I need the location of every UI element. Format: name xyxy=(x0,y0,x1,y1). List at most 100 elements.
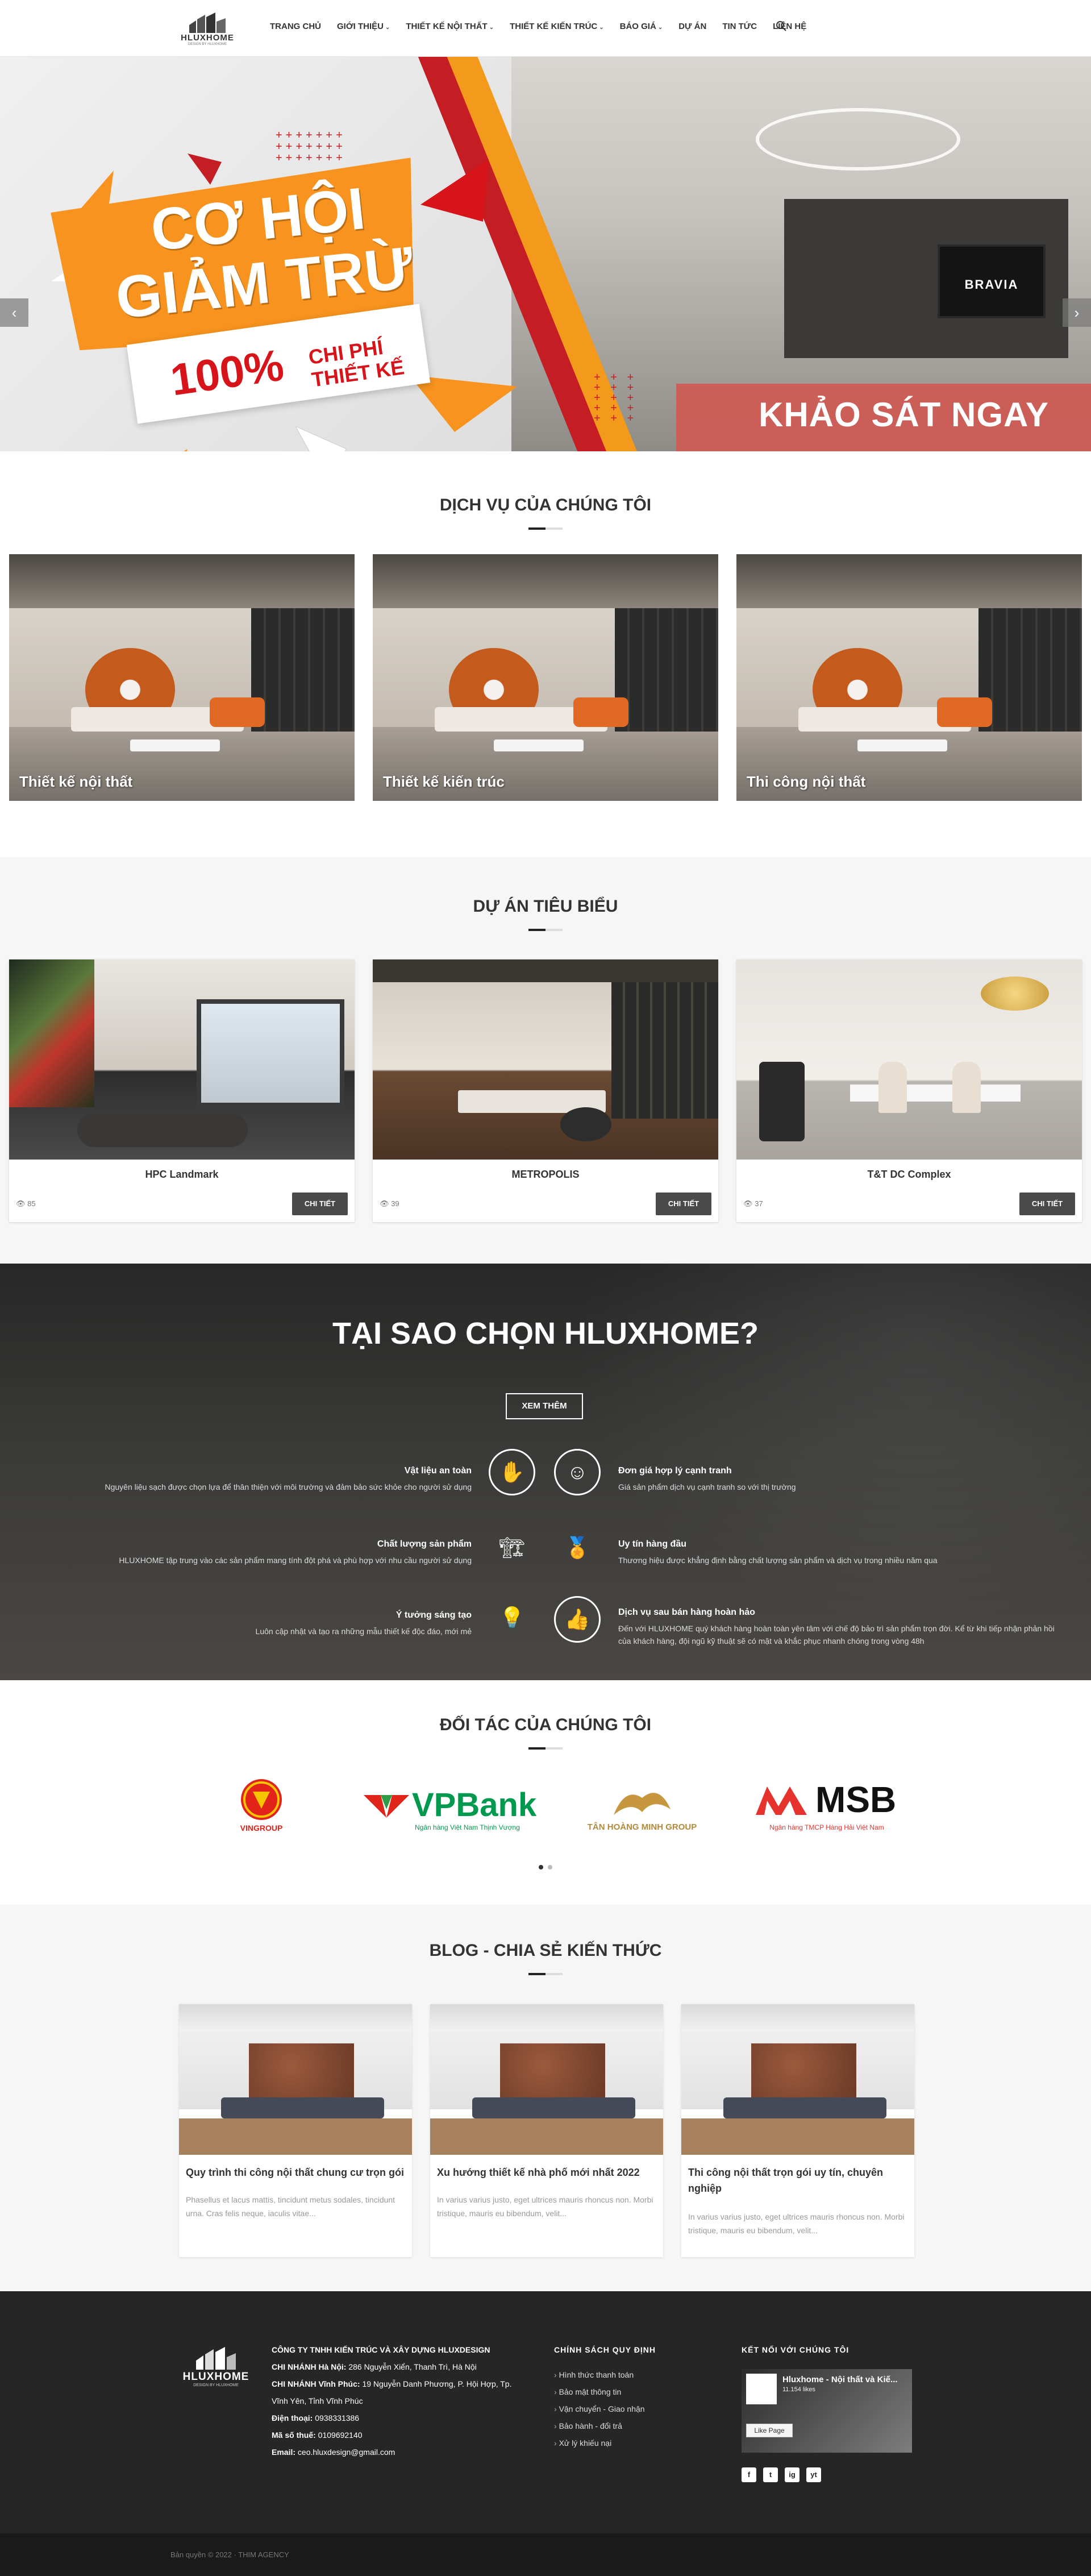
chevron-down-icon: ⌄ xyxy=(489,24,494,31)
section-title: DỊCH VỤ CỦA CHÚNG TÔI xyxy=(439,496,652,514)
youtube-icon[interactable]: yt xyxy=(806,2467,821,2482)
logo-subtext: DESIGN BY HLUXHOME xyxy=(188,43,227,46)
site-footer: HLUXHOME DESIGN BY HLUXHOME CÔNG TY TNHH… xyxy=(0,2291,1091,2533)
twitter-icon[interactable]: t xyxy=(763,2467,778,2482)
partner-name: TÂN HOÀNG MINH GROUP xyxy=(587,1822,697,1832)
why-item: Uy tín hàng đầu Thương hiệu được khẳng đ… xyxy=(618,1539,1027,1567)
hand-icon: ✋ xyxy=(489,1449,535,1495)
why-desc: HLUXHOME tập trung vào các sản phẩm mang… xyxy=(119,1556,472,1565)
carousel-dot[interactable] xyxy=(548,1865,552,1869)
eye-icon: 👁 xyxy=(16,1199,26,1208)
slider-next-button[interactable]: › xyxy=(1063,298,1091,327)
service-image xyxy=(9,554,355,801)
partner-logo-tan-hoang-minh[interactable]: TÂN HOÀNG MINH GROUP xyxy=(568,1778,716,1835)
blog-title[interactable]: Xu hướng thiết kế nhà phố mới nhất 2022 xyxy=(437,2164,656,2180)
facebook-icon[interactable]: f xyxy=(742,2467,756,2482)
project-detail-button[interactable]: CHI TIẾT xyxy=(292,1193,348,1215)
policy-link[interactable]: Xử lý khiếu nại xyxy=(554,2434,702,2452)
page: HLUXHOME DESIGN BY HLUXHOME TRANG CHỦ GI… xyxy=(0,0,1091,2576)
partner-name: MSB xyxy=(815,1779,897,1820)
section-title: DỰ ÁN TIÊU BIỂU xyxy=(473,897,618,916)
partner-logo-vpbank[interactable]: VPBank Ngân hàng Việt Nam Thịnh Vượng xyxy=(364,1778,540,1835)
why-item: Ý tưởng sáng tạo Luôn cập nhật và tạo ra… xyxy=(85,1610,472,1638)
project-detail-button[interactable]: CHI TIẾT xyxy=(1019,1193,1075,1215)
fb-page-name[interactable]: Hluxhome - Nội thất và Kiế... xyxy=(782,2375,898,2384)
why-desc: Đến với HLUXHOME quý khách hàng hoàn toà… xyxy=(618,1624,1055,1646)
project-image xyxy=(9,959,355,1160)
fb-like-button[interactable]: Like Page xyxy=(746,2424,793,2437)
survey-now-cta[interactable]: KHẢO SÁT NGAY xyxy=(759,395,1049,434)
carousel-dots xyxy=(539,1865,552,1869)
why-desc: Nguyên liệu sạch được chọn lựa để thân t… xyxy=(105,1482,472,1491)
why-choose-section: TẠI SAO CHỌN HLUXHOME? XEM THÊM Vật liệu… xyxy=(0,1264,1091,1680)
project-card[interactable]: HPC Landmark 👁 85 CHI TIẾT xyxy=(9,959,355,1222)
instagram-icon[interactable]: ig xyxy=(785,2467,799,2482)
nav-item-architecture-design[interactable]: THIẾT KẾ KIẾN TRÚC ⌄ xyxy=(510,22,604,31)
why-item: Đơn giá hợp lý cạnh tranh Giá sản phẩm d… xyxy=(618,1466,1027,1493)
vpbank-logo-icon xyxy=(364,1795,409,1818)
blog-image xyxy=(430,2004,663,2155)
phone-value[interactable]: 0938331386 xyxy=(315,2413,359,2423)
chevron-down-icon: ⌄ xyxy=(385,24,390,31)
facebook-page-widget[interactable]: Hluxhome - Nội thất và Kiế... 11.154 lik… xyxy=(742,2369,912,2453)
footer-logo-sub: DESIGN BY HLUXHOME xyxy=(193,2383,239,2387)
policy-link[interactable]: Hình thức thanh toán xyxy=(554,2366,702,2383)
ceiling-light xyxy=(756,108,960,171)
project-card[interactable]: METROPOLIS 👁 39 CHI TIẾT xyxy=(373,959,718,1222)
chevron-down-icon: ⌄ xyxy=(657,24,663,31)
slider-prev-button[interactable]: ‹ xyxy=(0,298,28,327)
blog-image xyxy=(179,2004,412,2155)
branch-hanoi: CHI NHÁNH Hà Nội: 286 Nguyễn Xiển, Thanh… xyxy=(272,2358,527,2375)
blog-card[interactable]: Thi công nội thất trọn gói uy tín, chuyê… xyxy=(681,2004,914,2257)
nav-item-interior-design[interactable]: THIẾT KẾ NỘI THẤT ⌄ xyxy=(406,22,494,31)
project-detail-button[interactable]: CHI TIẾT xyxy=(656,1193,711,1215)
tv-screen: BRAVIA xyxy=(938,244,1046,318)
service-image xyxy=(373,554,718,801)
blog-title[interactable]: Thi công nội thất trọn gói uy tín, chuyê… xyxy=(688,2164,907,2196)
blog-title[interactable]: Quy trình thi công nội thất chung cư trọ… xyxy=(186,2164,405,2180)
hero-banner[interactable]: BRAVIA +++++++ +++++++ +++++++ + + + + + +… xyxy=(0,57,1091,451)
branch-vinhphuc: CHI NHÁNH Vĩnh Phúc: 19 Nguyễn Danh Phươ… xyxy=(272,2375,527,2409)
policy-link[interactable]: Vận chuyển - Giao nhận xyxy=(554,2400,702,2417)
blog-card[interactable]: Quy trình thi công nội thất chung cư trọ… xyxy=(179,2004,412,2257)
why-desc: Luôn cập nhật và tạo ra những mẫu thiết … xyxy=(255,1627,472,1636)
why-desc: Giá sản phẩm dịch vụ cạnh tranh so với t… xyxy=(618,1482,796,1491)
service-card[interactable]: Thi công nội thất xyxy=(736,554,1082,801)
footer-logo[interactable]: HLUXHOME DESIGN BY HLUXHOME xyxy=(179,2347,253,2392)
project-card[interactable]: T&T DC Complex 👁 37 CHI TIẾT xyxy=(736,959,1082,1222)
service-label: Thiết kế kiến trúc xyxy=(383,773,505,790)
nav-item-projects[interactable]: DỰ ÁN xyxy=(678,22,706,31)
service-label: Thi công nội thất xyxy=(747,773,866,790)
carousel-dot[interactable] xyxy=(539,1865,543,1869)
see-more-button[interactable]: XEM THÊM xyxy=(506,1393,583,1419)
nav-item-about[interactable]: GIỚI THIỆU ⌄ xyxy=(337,22,390,31)
policy-title: CHÍNH SÁCH QUY ĐỊNH xyxy=(554,2345,656,2354)
footer-connect: KẾT NỐI VỚI CHÚNG TÔI xyxy=(742,2341,912,2366)
nav-item-home[interactable]: TRANG CHỦ xyxy=(270,22,321,31)
chevron-right-icon: › xyxy=(1074,304,1080,321)
policy-link[interactable]: Bảo hành - đổi trả xyxy=(554,2417,702,2434)
partner-logo-msb[interactable]: MSB Ngân hàng TMCP Hàng Hải Việt Nam xyxy=(753,1778,901,1835)
site-logo[interactable]: HLUXHOME DESIGN BY HLUXHOME xyxy=(179,13,236,46)
search-icon[interactable] xyxy=(776,20,787,32)
footer-company-info: CÔNG TY TNHH KIẾN TRÚC VÀ XÂY DỰNG HLUXD… xyxy=(272,2341,527,2461)
nav-label: GIỚI THIỆU xyxy=(337,22,384,31)
copyright-bar: Bản quyền © 2022 · THIM AGENCY xyxy=(0,2533,1091,2576)
blog-card[interactable]: Xu hướng thiết kế nhà phố mới nhất 2022 … xyxy=(430,2004,663,2257)
email-value[interactable]: ceo.hluxdesign@gmail.com xyxy=(298,2448,395,2457)
blog-image xyxy=(681,2004,914,2155)
partner-logo-vingroup[interactable]: VINGROUP xyxy=(230,1778,293,1835)
service-card[interactable]: Thiết kế kiến trúc xyxy=(373,554,718,801)
projects-section: DỰ ÁN TIÊU BIỂU HPC Landmark 👁 85 CHI TI… xyxy=(0,857,1091,1264)
title-underline xyxy=(528,1973,563,1975)
nav-label: DỰ ÁN xyxy=(678,22,707,31)
nav-item-news[interactable]: TIN TỨC xyxy=(722,22,757,31)
branch-label: CHI NHÁNH Vĩnh Phúc: xyxy=(272,2379,360,2388)
blog-section: BLOG - CHIA SẺ KIẾN THỨC Quy trình thi c… xyxy=(0,1905,1091,2291)
branch-label: CHI NHÁNH Hà Nội: xyxy=(272,2362,347,2371)
policy-link[interactable]: Bảo mật thông tin xyxy=(554,2383,702,2400)
why-item: Dịch vụ sau bán hàng hoàn hảo Đến với HL… xyxy=(618,1607,1056,1647)
service-card[interactable]: Thiết kế nội thất xyxy=(9,554,355,801)
footer-policy: CHÍNH SÁCH QUY ĐỊNH Hình thức thanh toán… xyxy=(554,2341,702,2452)
nav-item-quote[interactable]: BÁO GIÁ ⌄ xyxy=(620,22,663,31)
